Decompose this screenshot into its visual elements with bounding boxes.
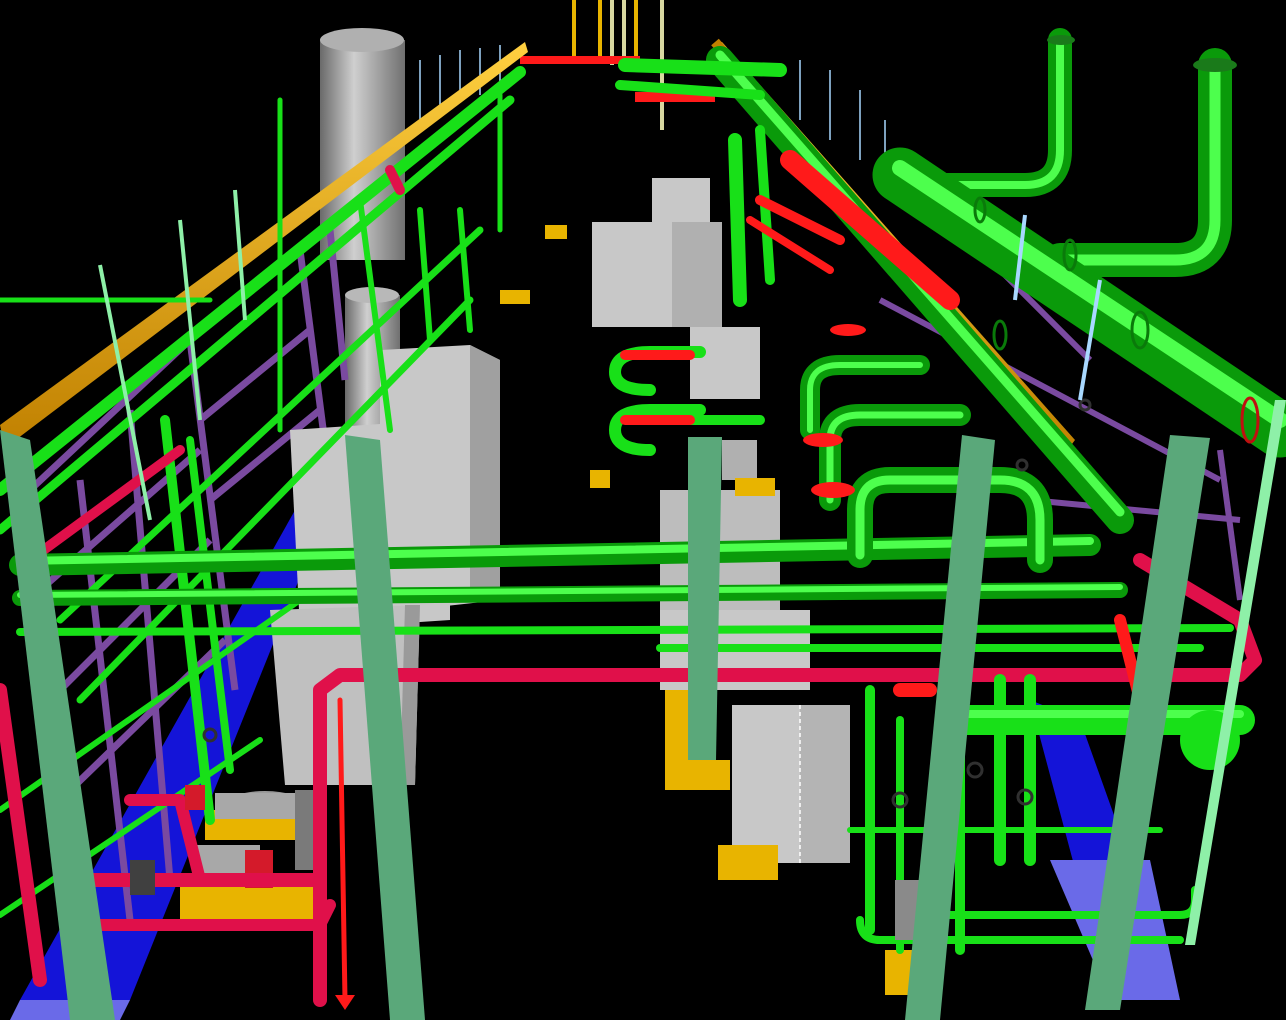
equipment-center-4	[732, 705, 850, 863]
3d-model-viewport[interactable]	[0, 0, 1286, 1020]
skid-left-pump	[180, 885, 320, 920]
plant-3d-scene[interactable]	[0, 0, 1286, 1020]
